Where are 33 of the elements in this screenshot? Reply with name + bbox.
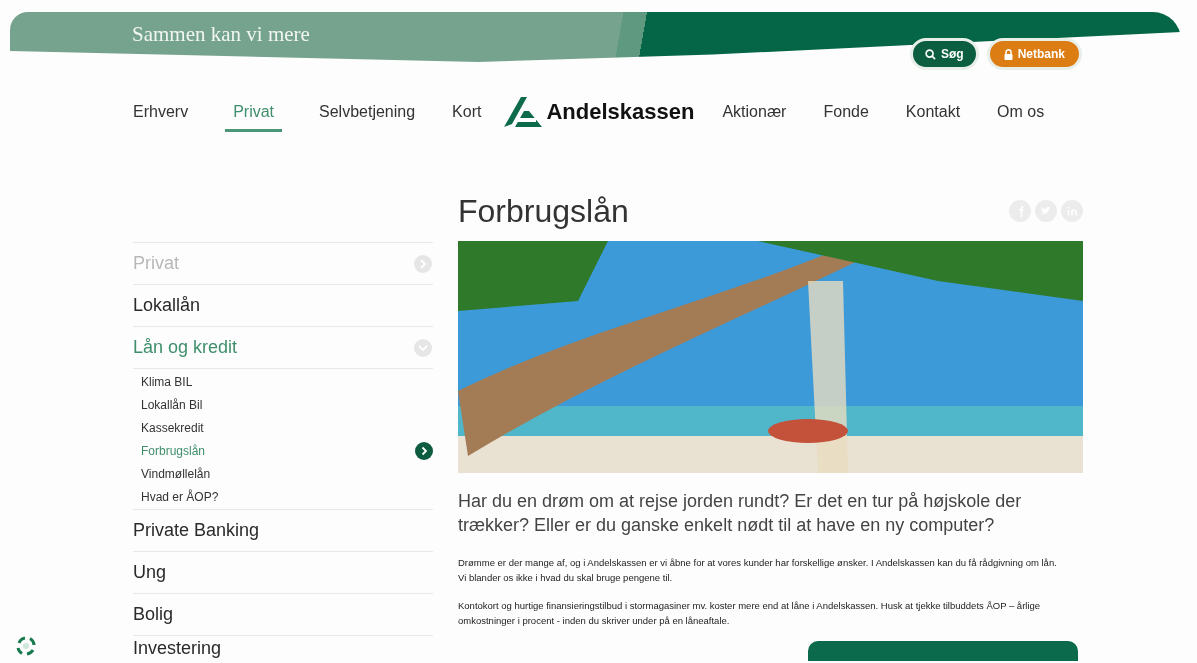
submenu-item[interactable]: Klima BIL: [141, 374, 193, 389]
nav-link[interactable]: Erhverv: [133, 102, 189, 132]
submenu-item[interactable]: Lokallån Bil: [141, 397, 203, 412]
body-paragraph: Drømme er der mange af, og i Andelskassen er vi åbne for at vores kunder har forskellige ønsker. I Andelskassen kan du få rådgivning om lån. Vi blander os ikke i hvad du skal bruge pengene til.: [458, 556, 1058, 585]
submenu-item[interactable]: Hvad er ÅOP?: [141, 489, 219, 504]
sidebar-item[interactable]: Investering: [133, 638, 222, 659]
lead-paragraph: Har du en drøm om at rejse jorden rundt? Er det en tur på højskole der trækker? Eller er du ganske enkelt nødt til at have en ny computer?: [458, 490, 1023, 537]
search-icon: [925, 48, 936, 60]
lock-icon: [1003, 48, 1013, 60]
sidebar-item[interactable]: Lån og kredit: [133, 337, 238, 358]
sidebar-item[interactable]: Bolig: [133, 604, 174, 625]
nav-link[interactable]: Kort: [452, 102, 482, 132]
action-button[interactable]: [808, 641, 1078, 661]
tagline: Sammen kan vi mere: [132, 22, 310, 47]
body-paragraph: Kontokort og hurtige finansieringstilbud i stormagasiner mv. koster mere end at låne i Andelskassen. Husk at tjekke tilbuddets ÅOP – årlige omkostninger i procent - inden du skriver under på en låneaftale.: [458, 599, 1042, 628]
nav-link[interactable]: Privat: [225, 102, 283, 132]
logo-text: Andelskassen: [546, 99, 695, 125]
page-title: Forbrugslån: [458, 192, 629, 230]
submenu-item[interactable]: Kassekredit: [141, 420, 204, 435]
nav-link[interactable]: Selvbetjening: [319, 102, 416, 132]
arrow-right-icon: [415, 441, 433, 460]
nav-link[interactable]: Kontakt: [905, 102, 961, 132]
nav-link[interactable]: Om os: [997, 102, 1045, 132]
submenu-item[interactable]: Vindmøllelån: [141, 466, 211, 481]
nav-link[interactable]: Fonde: [823, 102, 869, 132]
logo-icon: [504, 97, 543, 127]
submenu-item[interactable]: Forbrugslån: [141, 443, 206, 458]
sidebar-item[interactable]: Ung: [133, 562, 167, 583]
recycle-icon: [15, 635, 37, 657]
sidebar-item[interactable]: Private Banking: [133, 520, 260, 541]
sidebar-item[interactable]: Lokallån: [133, 295, 201, 316]
nav-link[interactable]: Aktionær: [722, 102, 787, 132]
search-button[interactable]: Søg: [910, 38, 979, 70]
